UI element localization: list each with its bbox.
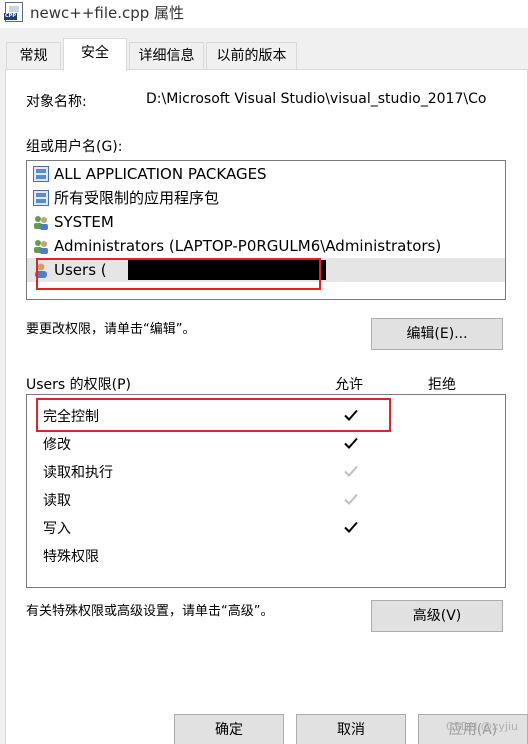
deny-header: 拒绝 xyxy=(428,377,456,393)
cpp-file-icon: CPP xyxy=(4,2,23,22)
watermark: CSDN @xyjiu xyxy=(446,720,518,733)
checkmark-icon xyxy=(344,437,358,449)
list-item[interactable]: 所有受限制的应用程序包 xyxy=(27,186,505,210)
highlight-box-full-control xyxy=(36,398,391,432)
advanced-button[interactable]: 高级(V) xyxy=(371,600,503,632)
ok-button[interactable]: 确定 xyxy=(174,714,284,744)
table-row: 读取 xyxy=(27,485,505,513)
tab-details[interactable]: 详细信息 xyxy=(129,42,204,70)
permission-name: 写入 xyxy=(43,521,71,537)
group-name: 所有受限制的应用程序包 xyxy=(54,189,220,207)
cancel-button[interactable]: 取消 xyxy=(296,714,406,744)
list-item[interactable]: ALL APPLICATION PACKAGES xyxy=(27,162,505,186)
groups-label: 组或用户名(G): xyxy=(26,139,123,155)
tab-strip: 常规 安全 详细信息 以前的版本 xyxy=(0,38,528,71)
table-row: 写入 xyxy=(27,513,505,541)
window-title: newc++file.cpp 属性 xyxy=(30,4,185,22)
package-icon xyxy=(33,190,49,206)
permission-name: 修改 xyxy=(43,437,71,453)
allow-header: 允许 xyxy=(335,377,363,393)
checkmark-icon-inherited xyxy=(344,493,358,505)
permissions-header: Users 的权限(P) xyxy=(26,377,132,393)
highlight-box-users xyxy=(36,258,321,290)
permission-name: 读取 xyxy=(43,493,71,509)
package-icon xyxy=(33,166,49,182)
group-name: ALL APPLICATION PACKAGES xyxy=(54,165,267,183)
tab-general[interactable]: 常规 xyxy=(6,42,61,70)
advanced-hint: 有关特殊权限或高级设置，请单击“高级”。 xyxy=(26,604,274,619)
object-name-value: D:\Microsoft Visual Studio\visual_studio… xyxy=(146,91,487,107)
permission-name: 特殊权限 xyxy=(43,549,99,565)
group-name: Administrators (LAPTOP-P0RGULM6\Administ… xyxy=(54,237,442,255)
title-bar: CPP newc++file.cpp 属性 xyxy=(0,0,528,28)
users-icon xyxy=(34,216,48,230)
group-name: SYSTEM xyxy=(54,213,114,231)
checkmark-icon-inherited xyxy=(344,465,358,477)
object-name-label: 对象名称: xyxy=(26,94,87,110)
checkmark-icon xyxy=(344,521,358,533)
table-row: 读取和执行 xyxy=(27,457,505,485)
users-icon xyxy=(34,240,48,254)
edit-button[interactable]: 编辑(E)... xyxy=(371,318,503,350)
table-row: 特殊权限 xyxy=(27,541,505,569)
edit-hint: 要更改权限，请单击“编辑”。 xyxy=(26,322,196,337)
tab-security[interactable]: 安全 xyxy=(63,38,127,71)
list-item[interactable]: Administrators (LAPTOP-P0RGULM6\Administ… xyxy=(27,234,505,258)
list-item[interactable]: SYSTEM xyxy=(27,210,505,234)
tab-previous-versions[interactable]: 以前的版本 xyxy=(206,42,297,70)
permission-name: 读取和执行 xyxy=(43,465,113,481)
table-row: 修改 xyxy=(27,429,505,457)
